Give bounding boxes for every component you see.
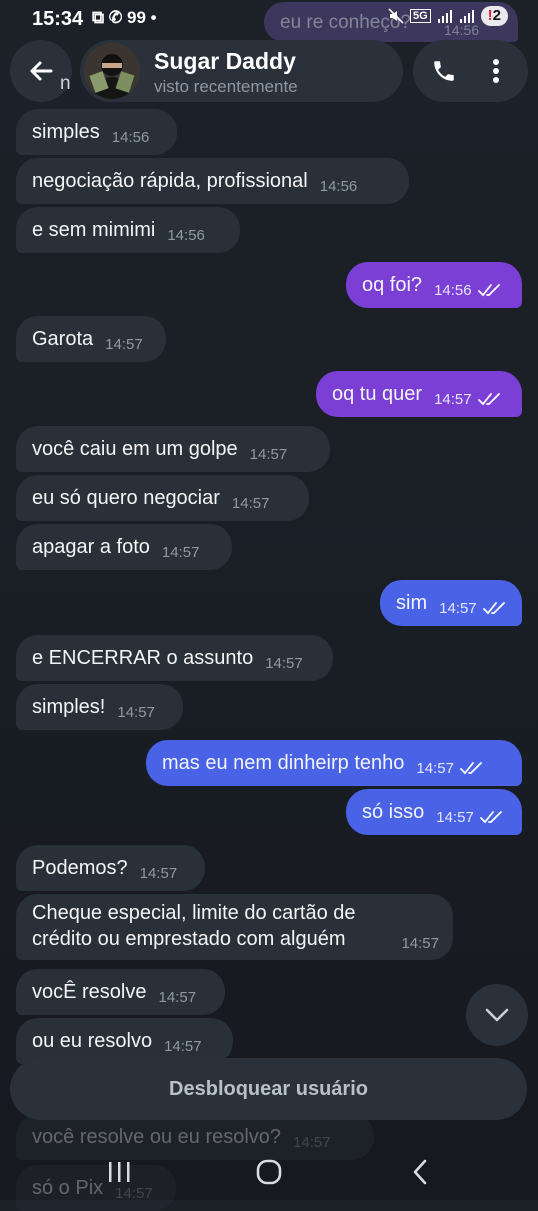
message-time: 14:56: [319, 177, 358, 195]
message-time: 14:57: [249, 445, 288, 463]
message-text: apagar a foto: [32, 535, 150, 558]
message-incoming[interactable]: você caiu em um golpe 14:57: [16, 426, 330, 472]
signal-icon: [437, 10, 452, 23]
double-check-icon: [477, 284, 500, 297]
message-time: 14:57: [158, 988, 197, 1006]
network-label: 5G: [409, 9, 431, 23]
home-icon: [256, 1159, 282, 1185]
phone-icon: [434, 61, 454, 81]
message-time: 14:57: [139, 864, 178, 882]
battery-badge: !2: [480, 6, 508, 26]
status-right: 5G !2: [388, 6, 508, 26]
message-incoming[interactable]: Garota 14:57: [16, 316, 166, 362]
message-text: Podemos?: [32, 856, 128, 879]
message-time: 14:57: [231, 494, 270, 512]
message-incoming[interactable]: eu só quero negociar 14:57: [16, 475, 309, 521]
message-peek: n: [60, 73, 71, 94]
header-actions: [413, 40, 528, 102]
status-bar: 15:34 ⧉ ✆ 99 • 5G !2: [0, 0, 538, 38]
message-time: 14:57: [117, 703, 155, 721]
contact-name: Sugar Daddy: [154, 48, 296, 74]
mute-icon: [388, 8, 404, 24]
message-text: Cheque especial, limite do cartão de cré…: [32, 902, 356, 950]
double-check-icon: [477, 393, 500, 406]
message-text: oq tu quer: [332, 382, 423, 405]
message-time: 14:57: [161, 543, 200, 561]
message-text: você caiu em um golpe: [32, 437, 238, 460]
message-incoming[interactable]: simples 14:56: [16, 109, 177, 155]
message-text: Garota: [32, 327, 94, 350]
recent-apps-button[interactable]: [89, 1152, 149, 1192]
double-check-icon: [482, 602, 505, 615]
last-seen-status: visto recentemente: [154, 77, 298, 96]
message-text: simples: [32, 120, 100, 143]
message-incoming[interactable]: apagar a foto 14:57: [16, 524, 232, 570]
message-time: 14:57: [105, 335, 143, 353]
message-time: 14:57: [401, 935, 439, 952]
notification-icons: ⧉ ✆ 99 •: [92, 8, 157, 27]
message-time: 14:57: [416, 759, 454, 777]
message-outgoing[interactable]: oq foi? 14:56: [346, 262, 522, 308]
back-nav-button[interactable]: [390, 1152, 450, 1192]
call-button[interactable]: [423, 50, 465, 92]
message-time: 14:56: [167, 226, 205, 244]
message-text: ou eu resolvo: [32, 1029, 153, 1052]
message-text: oq foi?: [362, 273, 423, 296]
message-text: só isso: [362, 800, 425, 823]
unblock-user-button[interactable]: Desbloquear usuário: [10, 1058, 527, 1120]
message-outgoing[interactable]: só isso 14:57: [346, 789, 522, 835]
message-incoming[interactable]: Cheque especial, limite do cartão de cré…: [16, 894, 453, 960]
message-text: vocÊ resolve: [32, 980, 147, 1003]
signal-icon-2: [459, 10, 474, 23]
message-time: 14:57: [434, 390, 472, 408]
message-text: e sem mimimi: [32, 218, 156, 241]
message-outgoing[interactable]: mas eu nem dinheirp tenho 14:57: [146, 740, 522, 786]
double-check-icon: [460, 762, 482, 775]
message-text: eu só quero negociar: [32, 486, 220, 509]
message-text: sim: [396, 591, 428, 614]
message-text: mas eu nem dinheirp tenho: [162, 751, 405, 774]
message-time: 14:57: [265, 654, 303, 672]
message-text: simples!: [32, 695, 106, 718]
message-time: 14:57: [439, 599, 477, 617]
message-outgoing[interactable]: oq tu quer 14:57: [316, 371, 522, 417]
recents-icon: [109, 1162, 130, 1182]
chevron-left-icon: [413, 1159, 427, 1185]
message-outgoing[interactable]: sim 14:57: [380, 580, 522, 626]
avatar-image: [84, 43, 140, 99]
message-incoming[interactable]: negociação rápida, profissional 14:56: [16, 158, 409, 204]
double-check-icon: [479, 811, 502, 824]
message-incoming[interactable]: e ENCERRAR o assunto 14:57: [16, 635, 333, 681]
message-time: 14:56: [111, 128, 150, 146]
scroll-down-button[interactable]: [466, 984, 528, 1046]
arrow-left-icon: [30, 61, 53, 81]
chevron-down-icon: [485, 1008, 509, 1022]
message-incoming[interactable]: simples! 14:57: [16, 684, 183, 730]
avatar[interactable]: [84, 43, 140, 99]
message-incoming[interactable]: e sem mimimi 14:56: [16, 207, 240, 253]
status-time: 15:34: [32, 8, 84, 30]
message-time: 14:57: [164, 1037, 202, 1055]
message-time: 14:57: [436, 808, 474, 826]
home-button[interactable]: [239, 1152, 299, 1192]
more-options-button[interactable]: [475, 50, 517, 92]
more-vertical-icon: [493, 59, 499, 83]
message-incoming[interactable]: Podemos? 14:57: [16, 845, 205, 891]
system-nav-bar: [0, 1140, 538, 1200]
message-text: e ENCERRAR o assunto: [32, 646, 254, 669]
message-time: 14:56: [434, 281, 472, 299]
chat-header[interactable]: Sugar Daddy visto recentemente: [80, 40, 403, 102]
message-text: negociação rápida, profissional: [32, 169, 308, 192]
message-incoming[interactable]: vocÊ resolve 14:57: [16, 969, 225, 1015]
